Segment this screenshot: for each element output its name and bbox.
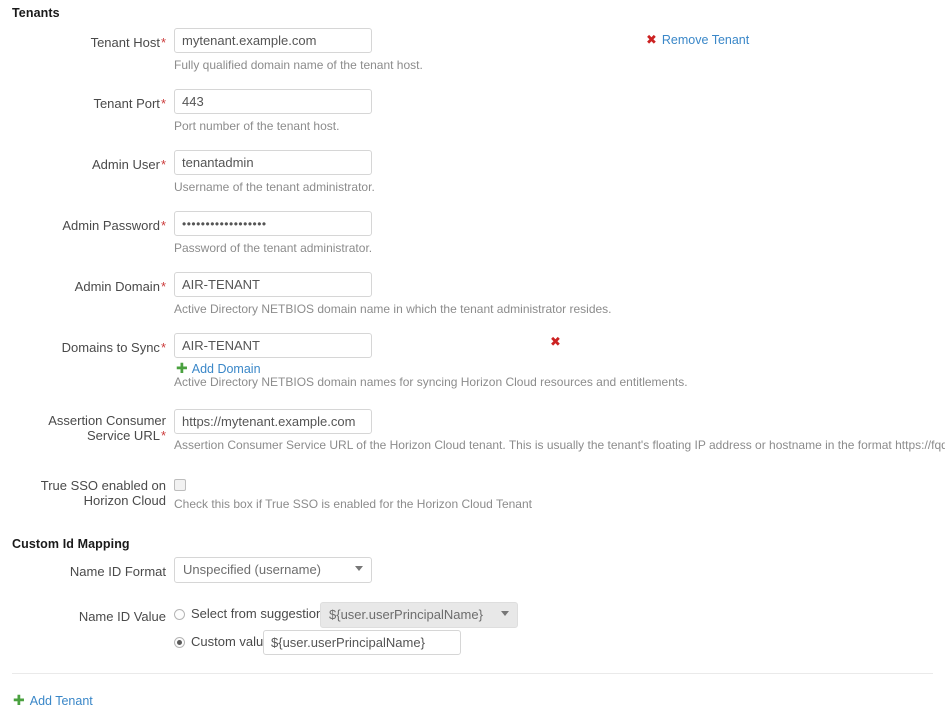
label-custom-value[interactable]: Custom value [191,634,270,649]
section-divider [12,673,933,674]
add-tenant-label[interactable]: Add Tenant [30,694,93,708]
label-admin-password: Admin Password* [0,218,166,233]
label-tenant-port: Tenant Port* [0,96,166,111]
help-assertion-url: Assertion Consumer Service URL of the Ho… [174,438,945,452]
admin-domain-input[interactable] [174,272,372,297]
label-tenant-host: Tenant Host* [0,35,166,50]
help-admin-domain: Active Directory NETBIOS domain name in … [174,302,612,316]
add-tenant-button[interactable]: ✚ Add Tenant [13,693,93,708]
add-tenant-icon: ✚ [13,693,25,709]
add-domain-icon: ✚ [176,361,188,377]
chevron-down-icon [355,566,363,571]
custom-value-input[interactable] [263,630,461,655]
radio-custom-value[interactable] [174,637,185,648]
label-name-id-format: Name ID Format [69,564,166,579]
name-id-suggestion-select[interactable]: ${user.userPrincipalName} [320,602,518,628]
label-true-sso-line2: Horizon Cloud [83,493,166,508]
required-marker: * [160,218,166,233]
help-tenant-port: Port number of the tenant host. [174,119,340,133]
radio-select-from-suggestions[interactable] [174,609,185,620]
tenant-host-input[interactable] [174,28,372,53]
chevron-down-icon [501,611,509,616]
label-tenant-port-text: Tenant Port [93,96,160,111]
section-title-tenants: Tenants [12,6,60,20]
required-marker: * [160,279,166,294]
required-marker: * [160,428,166,443]
tenant-port-input[interactable] [174,89,372,114]
label-domains-to-sync-text: Domains to Sync [61,340,160,355]
label-true-sso: True SSO enabled on Horizon Cloud [0,478,166,508]
remove-tenant-icon: ✖ [646,33,657,48]
admin-user-input[interactable] [174,150,372,175]
label-true-sso-line1: True SSO enabled on [40,478,166,493]
label-assertion-url-line1: Assertion Consumer [48,413,166,428]
required-marker: * [160,157,166,172]
remove-tenant-label[interactable]: Remove Tenant [662,33,749,47]
label-name-id-value: Name ID Value [78,609,166,624]
add-domain-button[interactable]: ✚ Add Domain [176,361,261,376]
section-title-custom-id-mapping: Custom Id Mapping [12,537,130,551]
label-select-from-suggestions[interactable]: Select from suggestions [191,606,330,621]
domains-to-sync-input[interactable] [174,333,372,358]
label-domains-to-sync: Domains to Sync* [0,340,166,355]
required-marker: * [160,340,166,355]
help-tenant-host: Fully qualified domain name of the tenan… [174,58,423,72]
add-domain-label[interactable]: Add Domain [192,362,261,376]
admin-password-input[interactable] [174,211,372,236]
label-admin-domain: Admin Domain* [0,279,166,294]
label-assertion-url-line2: Service URL [86,428,160,443]
assertion-url-input[interactable] [174,409,372,434]
name-id-format-value: Unspecified (username) [183,562,322,577]
label-tenant-host-text: Tenant Host [90,35,160,50]
label-admin-domain-text: Admin Domain [74,279,160,294]
label-admin-user-text: Admin User [92,157,160,172]
name-id-suggestion-value: ${user.userPrincipalName} [329,607,483,622]
remove-tenant-button[interactable]: ✖ Remove Tenant [646,32,749,47]
label-admin-user: Admin User* [0,157,166,172]
label-admin-password-text: Admin Password [62,218,160,233]
tenant-configuration-form: Tenants ✖Remove Tenant Tenant Host* Full… [0,0,945,718]
true-sso-checkbox[interactable] [174,479,186,491]
required-marker: * [160,96,166,111]
name-id-format-select[interactable]: Unspecified (username) [174,557,372,583]
help-admin-password: Password of the tenant administrator. [174,241,373,255]
label-assertion-url: Assertion Consumer Service URL* [0,413,166,443]
help-true-sso: Check this box if True SSO is enabled fo… [174,497,532,511]
help-admin-user: Username of the tenant administrator. [174,180,375,194]
remove-domain-icon[interactable]: ✖ [550,336,561,349]
help-domains-to-sync: Active Directory NETBIOS domain names fo… [174,375,688,389]
required-marker: * [160,35,166,50]
